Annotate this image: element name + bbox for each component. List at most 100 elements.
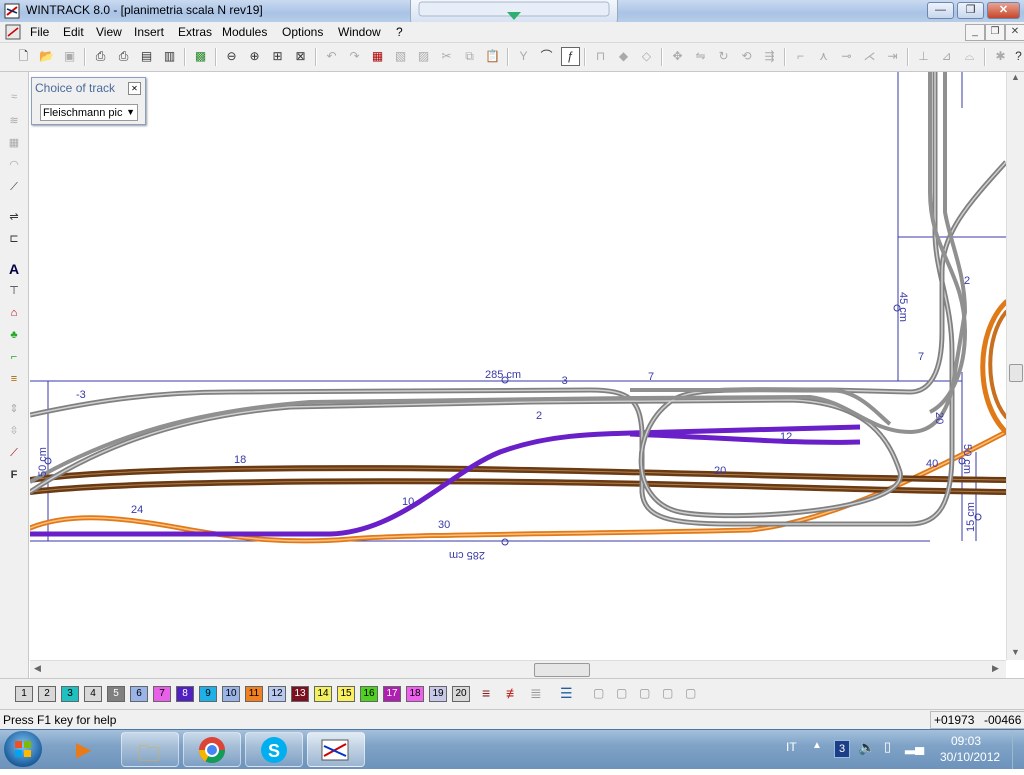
copy-page-icon[interactable]: ▧	[392, 48, 409, 65]
view-4-icon[interactable]: ▢	[662, 686, 673, 700]
menu-modules[interactable]: Modules	[222, 25, 267, 39]
network-signal-icon[interactable]: ▂▄	[905, 739, 924, 755]
menu-help[interactable]: ?	[396, 25, 403, 39]
layer-delete-icon[interactable]: ≢	[506, 685, 520, 701]
taskbar-wintrack[interactable]	[307, 732, 365, 767]
split-icon[interactable]: ⋏	[815, 48, 832, 65]
layer-button[interactable]: 13	[291, 686, 309, 702]
landscape-icon[interactable]: ♣	[5, 326, 23, 344]
menu-window[interactable]: Window	[338, 25, 381, 39]
show-desktop-button[interactable]	[1012, 730, 1024, 769]
building-icon[interactable]: ⌂	[5, 304, 23, 322]
paste-icon[interactable]: 📋	[484, 48, 501, 65]
join-icon[interactable]: ⊸	[838, 48, 855, 65]
group-icon[interactable]: ◆	[615, 48, 632, 65]
layer-button[interactable]: 10	[222, 686, 240, 702]
close-button[interactable]: ✕	[987, 2, 1020, 19]
menu-options[interactable]: Options	[282, 25, 323, 39]
layer-button[interactable]: 9	[199, 686, 217, 702]
menu-extras[interactable]: Extras	[178, 25, 212, 39]
rotate-180-icon[interactable]: ⟲	[738, 48, 755, 65]
bridge-icon[interactable]: ⊏	[5, 230, 23, 248]
volume-icon[interactable]: 🔈	[858, 739, 875, 756]
move-icon[interactable]: ✥	[669, 48, 686, 65]
ungroup-icon[interactable]: ◇	[638, 48, 655, 65]
track-insert-icon[interactable]: ⇌	[5, 208, 23, 226]
start-button[interactable]	[4, 731, 42, 767]
height-marker-icon[interactable]: ⇕	[5, 400, 23, 418]
layer-button[interactable]: 2	[38, 686, 56, 702]
layer-manager-icon[interactable]: ☰	[560, 685, 573, 702]
track-library-select[interactable]: Fleischmann pic ▼	[40, 104, 138, 121]
tray-badge[interactable]: 3	[834, 740, 850, 758]
menu-file[interactable]: File	[30, 25, 49, 39]
layer-button[interactable]: 18	[406, 686, 424, 702]
horizontal-scroll-thumb[interactable]	[534, 663, 590, 677]
layer-button[interactable]: 6	[130, 686, 148, 702]
mirror-icon[interactable]: ⇋	[692, 48, 709, 65]
language-indicator[interactable]: IT	[786, 740, 797, 754]
layer-button[interactable]: 20	[452, 686, 470, 702]
view-2-icon[interactable]: ▢	[616, 686, 627, 700]
page-icon[interactable]: ▥	[161, 48, 178, 65]
new-file-icon[interactable]: 🗋	[15, 48, 32, 65]
taskbar-skype[interactable]: S	[245, 732, 303, 767]
catenary-icon[interactable]: ⟋	[5, 444, 23, 462]
layer-button[interactable]: 14	[314, 686, 332, 702]
open-folder-icon[interactable]: 📂	[38, 48, 55, 65]
taskbar-chrome[interactable]	[183, 732, 241, 767]
layer-button[interactable]: 17	[383, 686, 401, 702]
curve-track-icon[interactable]: ⌒	[538, 48, 555, 65]
flex-curve-icon[interactable]: ≋	[5, 112, 23, 130]
zoom-fit-icon[interactable]: ⊠	[292, 48, 309, 65]
terrain-icon[interactable]: ◠	[5, 156, 23, 174]
layer-edit-icon[interactable]: ≣	[530, 685, 542, 702]
layer-button[interactable]: 16	[360, 686, 378, 702]
zoom-in-icon[interactable]: ⊕	[246, 48, 263, 65]
context-help-icon[interactable]: ?	[1010, 48, 1024, 65]
arrow-icon[interactable]: ⇥	[884, 48, 901, 65]
show-hidden-icons-icon[interactable]: ▲	[812, 740, 822, 751]
vertical-scrollbar[interactable]: ▲ ▼	[1006, 72, 1024, 660]
horizontal-scrollbar[interactable]: ◀ ▶	[30, 660, 1006, 678]
connect-icon[interactable]: ⌐	[792, 48, 809, 65]
parts-list-icon[interactable]: ▦	[369, 48, 386, 65]
layout-canvas[interactable]: 285 cm 285 cm 50 cm 45 cm 50 cm 15 cm -3…	[30, 72, 1006, 660]
taskbar-media-player[interactable]: ▶	[58, 732, 116, 767]
scroll-right-arrow-icon[interactable]: ▶	[992, 663, 999, 674]
layer-button[interactable]: 12	[268, 686, 286, 702]
slope-icon[interactable]: ⊿	[938, 48, 955, 65]
track-grid-icon[interactable]: ▦	[5, 134, 23, 152]
switch-track-icon[interactable]: Y	[515, 48, 532, 65]
layer-button[interactable]: 8	[176, 686, 194, 702]
redo-icon[interactable]: ↷	[346, 48, 363, 65]
align-icon[interactable]: ⇶	[761, 48, 778, 65]
view-5-icon[interactable]: ▢	[685, 686, 696, 700]
taskbar-explorer[interactable]: 🗀	[121, 732, 179, 767]
layer-button[interactable]: 7	[153, 686, 171, 702]
mdi-close-button[interactable]: ✕	[1005, 24, 1024, 41]
font-icon[interactable]: F	[5, 466, 23, 484]
panel-close-button[interactable]: ✕	[128, 82, 141, 95]
scroll-up-arrow-icon[interactable]: ▲	[1011, 72, 1020, 82]
scroll-down-arrow-icon[interactable]: ▼	[1011, 647, 1020, 657]
clock-date[interactable]: 30/10/2012	[940, 750, 1000, 764]
vertical-scroll-thumb[interactable]	[1009, 364, 1023, 382]
mdi-minimize-button[interactable]: _	[965, 24, 985, 41]
layer-button[interactable]: 3	[61, 686, 79, 702]
maximize-button[interactable]: ❐	[957, 2, 984, 19]
paste-page-icon[interactable]: ▨	[415, 48, 432, 65]
zoom-out-icon[interactable]: ⊖	[223, 48, 240, 65]
cut-icon[interactable]: ✂	[438, 48, 455, 65]
view-3-icon[interactable]: ▢	[639, 686, 650, 700]
print-icon[interactable]: ⎙	[115, 48, 132, 65]
zoom-window-icon[interactable]: ⊞	[269, 48, 286, 65]
scroll-left-arrow-icon[interactable]: ◀	[34, 663, 41, 674]
layer-button[interactable]: 1	[15, 686, 33, 702]
battery-icon[interactable]: ▯	[884, 739, 891, 755]
menu-view[interactable]: View	[96, 25, 122, 39]
height-icon[interactable]: ⊥	[915, 48, 932, 65]
contour-icon[interactable]: ≡	[5, 370, 23, 388]
printer-setup-icon[interactable]: ▤	[138, 48, 155, 65]
save-icon[interactable]: ▣	[61, 48, 78, 65]
